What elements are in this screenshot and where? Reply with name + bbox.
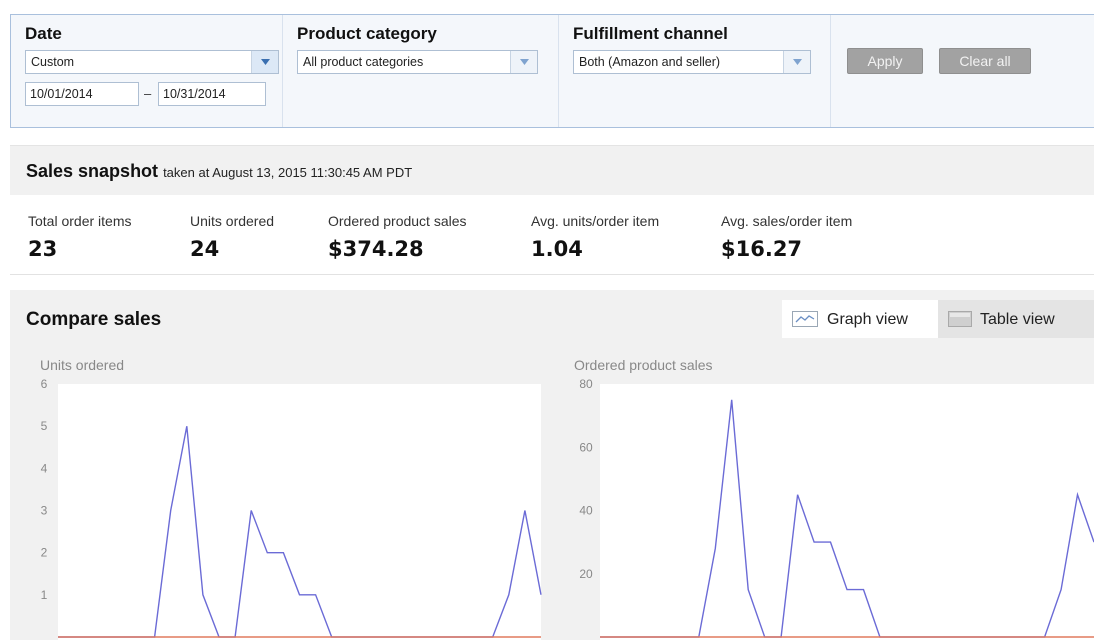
chevron-down-icon[interactable]: [510, 51, 537, 73]
metric-label: Units ordered: [190, 213, 275, 229]
chevron-down-icon[interactable]: [251, 51, 278, 73]
graph-view-button[interactable]: Graph view: [782, 300, 938, 338]
y-tick-label: 20: [579, 567, 593, 581]
metric-avg-units-per-order-item: Avg. units/order item 1.04: [531, 213, 659, 261]
sales-metrics: Total order items 23 Units ordered 24 Or…: [10, 197, 1094, 275]
metric-ordered-product-sales: Ordered product sales $374.28: [328, 213, 467, 261]
filter-actions: Apply Clear all: [831, 15, 1094, 127]
apply-button[interactable]: Apply: [847, 48, 923, 74]
date-range-dash: –: [144, 86, 152, 101]
end-date-input[interactable]: 10/31/2014: [158, 82, 266, 106]
date-filter-label: Date: [25, 24, 62, 43]
metric-avg-sales-per-order-item: Avg. sales/order item $16.27: [721, 213, 852, 261]
date-filter: Date Custom 10/01/2014 – 10/31/2014: [11, 15, 283, 127]
view-toggle: Graph view Table view: [782, 300, 1094, 338]
y-tick-label: 5: [41, 419, 48, 433]
y-tick-label: 3: [41, 504, 48, 518]
product-category-select[interactable]: All product categories: [297, 50, 538, 74]
table-icon: [948, 311, 972, 332]
line-chart-icon: [792, 311, 818, 332]
product-category-value: All product categories: [303, 55, 424, 69]
metric-label: Avg. units/order item: [531, 213, 660, 229]
metric-value: 24: [190, 237, 220, 261]
filter-bar: Date Custom 10/01/2014 – 10/31/2014 Prod…: [10, 14, 1094, 128]
sales-snapshot-title: Sales snapshot taken at August 13, 2015 …: [26, 161, 412, 182]
plot-area: [58, 384, 541, 640]
sales-snapshot-header: Sales snapshot taken at August 13, 2015 …: [10, 145, 1094, 195]
product-category-label: Product category: [297, 24, 437, 43]
start-date-input[interactable]: 10/01/2014: [25, 82, 139, 106]
sales-snapshot-heading: Sales snapshot: [26, 161, 159, 181]
table-view-button[interactable]: Table view: [938, 300, 1094, 338]
table-view-label: Table view: [980, 311, 1055, 328]
fulfillment-channel-filter: Fulfillment channel Both (Amazon and sel…: [559, 15, 831, 127]
metric-label: Total order items: [28, 213, 132, 229]
compare-sales-title: Compare sales: [26, 309, 162, 330]
y-tick-label: 40: [579, 504, 593, 518]
graph-view-label: Graph view: [827, 311, 908, 328]
metric-label: Avg. sales/order item: [721, 213, 853, 229]
chevron-down-icon[interactable]: [783, 51, 810, 73]
metric-units-ordered: Units ordered 24: [190, 213, 274, 261]
date-range-select[interactable]: Custom: [25, 50, 279, 74]
date-range-value: Custom: [31, 55, 75, 69]
y-tick-label: 80: [579, 377, 593, 391]
ordered-product-sales-chart: 20 40 60 80: [579, 377, 1094, 640]
plot-area: [600, 384, 1094, 640]
fulfillment-channel-label: Fulfillment channel: [573, 24, 728, 43]
fulfillment-channel-select[interactable]: Both (Amazon and seller): [573, 50, 811, 74]
units-ordered-chart: 1 2 3 4 5 6: [41, 377, 542, 640]
fulfillment-channel-value: Both (Amazon and seller): [579, 55, 721, 69]
product-category-filter: Product category All product categories: [283, 15, 559, 127]
y-tick-label: 1: [41, 588, 48, 602]
clear-all-button[interactable]: Clear all: [939, 48, 1031, 74]
metric-value: 1.04: [531, 237, 583, 261]
y-tick-label: 60: [579, 440, 593, 454]
metric-value: $16.27: [721, 237, 803, 261]
metric-value: $374.28: [328, 237, 424, 261]
y-tick-label: 6: [41, 377, 48, 391]
metric-label: Ordered product sales: [328, 213, 467, 229]
y-tick-label: 2: [41, 546, 48, 560]
metric-value: 23: [28, 237, 58, 261]
y-tick-label: 4: [41, 461, 48, 475]
snapshot-timestamp: taken at August 13, 2015 11:30:45 AM PDT: [163, 165, 413, 180]
metric-total-order-items: Total order items 23: [28, 213, 131, 261]
